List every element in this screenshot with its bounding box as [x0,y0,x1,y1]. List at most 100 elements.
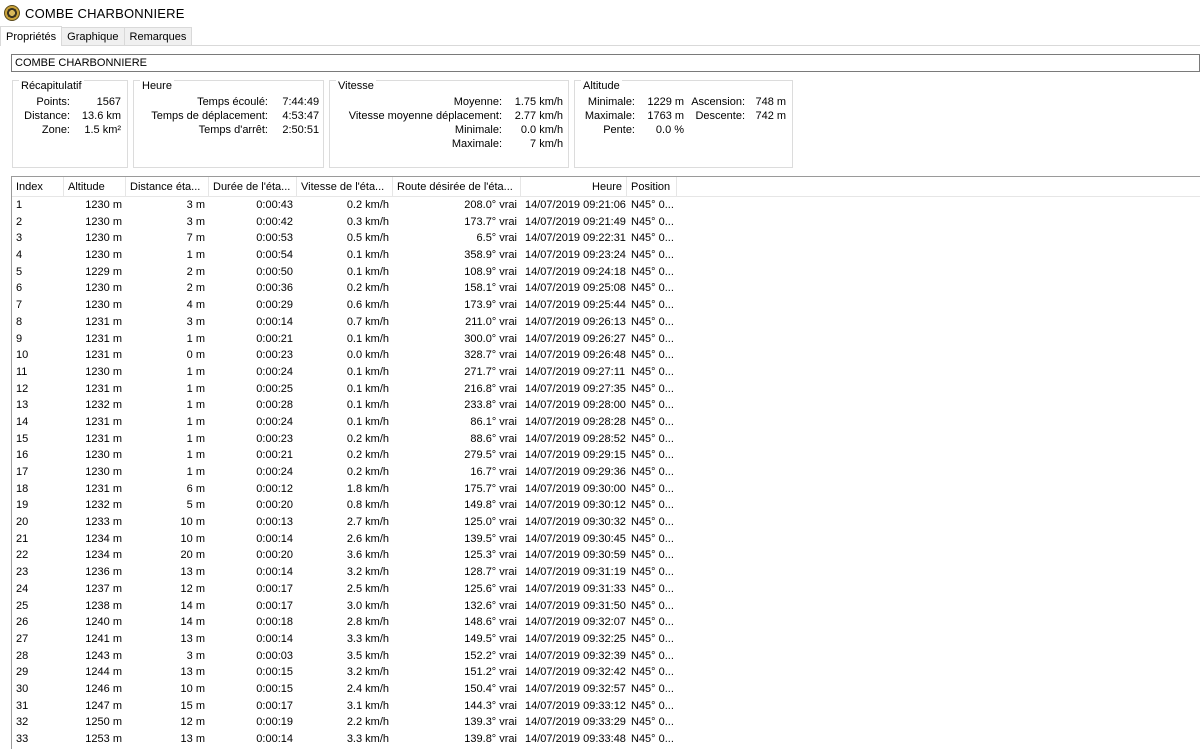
cell-duration: 0:00:24 [256,415,293,428]
moving-time-value: 4:53:47 [282,110,320,122]
cell-duration: 0:00:29 [256,299,293,312]
cell-speed: 3.3 km/h [346,632,389,645]
table-row[interactable]: 4 1230 m 1 m 0:00:54 0.1 km/h 358.9° vrai 14/0… [12,247,1200,264]
table-row[interactable]: 5 1229 m 2 m 0:00:50 0.1 km/h 108.9° vrai 14/0… [12,264,1200,281]
table-row[interactable]: 10 1231 m 0 m 0:00:23 0.0 km/h 328.7° vrai 14/… [12,347,1200,364]
table-row[interactable]: 21 1234 m 10 m 0:00:14 2.6 km/h 139.5° vrai 14… [12,531,1200,548]
table-row[interactable]: 6 1230 m 2 m 0:00:36 0.2 km/h 158.1° vrai 14/0… [12,280,1200,297]
cell-duration: 0:00:15 [256,666,293,679]
column-header-position[interactable]: Position [627,177,677,197]
descent-label: Descente: [695,110,745,122]
cell-time: 14/07/2019 09:28:52 [525,432,626,445]
cell-distance: 1 m [186,399,205,412]
table-row[interactable]: 8 1231 m 3 m 0:00:14 0.7 km/h 211.0° vrai 14/0… [12,314,1200,331]
table-row[interactable]: 2 1230 m 3 m 0:00:42 0.3 km/h 173.7° vrai 14/0… [12,214,1200,231]
slope-label: Pente: [603,124,635,136]
column-header-route[interactable]: Route désirée de l'éta... [393,177,521,197]
cell-route: 125.0° vrai [464,516,517,529]
cell-time: 14/07/2019 09:32:07 [525,616,626,629]
cell-route: 211.0° vrai [465,315,517,328]
table-row[interactable]: 20 1233 m 10 m 0:00:13 2.7 km/h 125.0° vrai 14… [12,514,1200,531]
cell-index: 30 [16,682,29,695]
cell-distance: 1 m [186,449,205,462]
column-header-index[interactable]: Index [12,177,64,197]
cell-duration: 0:00:15 [256,682,293,695]
cell-time: 14/07/2019 09:30:12 [525,499,626,512]
cell-index: 16 [16,449,29,462]
column-header-duration[interactable]: Durée de l'éta... [209,177,297,197]
table-row[interactable]: 12 1231 m 1 m 0:00:25 0.1 km/h 216.8° vrai 14/… [12,381,1200,398]
cell-duration: 0:00:17 [256,699,293,712]
table-row[interactable]: 28 1243 m 3 m 0:00:03 3.5 km/h 152.2° vrai 14/… [12,648,1200,665]
table-row[interactable]: 13 1232 m 1 m 0:00:28 0.1 km/h 233.8° vrai 14/… [12,397,1200,414]
cell-altitude: 1233 m [85,516,122,529]
min-speed-label: Minimale: [454,124,502,136]
table-row[interactable]: 25 1238 m 14 m 0:00:17 3.0 km/h 132.6° vrai 14… [12,598,1200,615]
tab-graphique[interactable]: Graphique [61,27,125,45]
cell-altitude: 1230 m [85,449,122,462]
trackpoints-table[interactable]: Index Altitude Distance éta... Durée de … [11,176,1200,749]
table-row[interactable]: 9 1231 m 1 m 0:00:21 0.1 km/h 300.0° vrai 14/0… [12,331,1200,348]
table-row[interactable]: 18 1231 m 6 m 0:00:12 1.8 km/h 175.7° vrai 14/… [12,481,1200,498]
table-row[interactable]: 30 1246 m 10 m 0:00:15 2.4 km/h 150.4° vrai 14… [12,681,1200,698]
cell-position: N45° 0... [631,249,674,262]
table-row[interactable]: 3 1230 m 7 m 0:00:53 0.5 km/h 6.5° vrai 14/07/… [12,230,1200,247]
table-row[interactable]: 29 1244 m 13 m 0:00:15 3.2 km/h 151.2° vrai 14… [12,664,1200,681]
table-row[interactable]: 19 1232 m 5 m 0:00:20 0.8 km/h 149.8° vrai 14/… [12,497,1200,514]
cell-distance: 7 m [186,232,205,245]
cell-route: 128.7° vrai [464,566,517,579]
table-row[interactable]: 24 1237 m 12 m 0:00:17 2.5 km/h 125.6° vrai 14… [12,581,1200,598]
cell-time: 14/07/2019 09:30:59 [525,549,626,562]
slope-value: 0.0 % [655,124,685,136]
cell-time: 14/07/2019 09:33:12 [525,699,626,712]
table-row[interactable]: 31 1247 m 15 m 0:00:17 3.1 km/h 144.3° vrai 14… [12,698,1200,715]
tab-proprietes[interactable]: Propriétés [0,26,63,46]
column-header-distance[interactable]: Distance éta... [126,177,209,197]
title-bar: COMBE CHARBONNIERE [0,0,1200,26]
table-row[interactable]: 27 1241 m 13 m 0:00:14 3.3 km/h 149.5° vrai 14… [12,631,1200,648]
cell-route: 175.7° vrai [464,482,517,495]
tab-remarques[interactable]: Remarques [123,27,193,45]
cell-index: 32 [16,716,29,729]
table-row[interactable]: 7 1230 m 4 m 0:00:29 0.6 km/h 173.9° vrai 14/0… [12,297,1200,314]
cell-route: 173.9° vrai [464,299,517,312]
table-row[interactable]: 17 1230 m 1 m 0:00:24 0.2 km/h 16.7° vrai 14/0… [12,464,1200,481]
cell-speed: 0.2 km/h [346,449,389,462]
table-row[interactable]: 26 1240 m 14 m 0:00:18 2.8 km/h 148.6° vrai 14… [12,614,1200,631]
cell-speed: 0.1 km/h [346,399,389,412]
table-row[interactable]: 32 1250 m 12 m 0:00:19 2.2 km/h 139.3° vrai 14… [12,714,1200,731]
column-header-altitude[interactable]: Altitude [64,177,126,197]
cell-route: 139.8° vrai [464,733,517,745]
table-row[interactable]: 1 1230 m 3 m 0:00:43 0.2 km/h 208.0° vrai 14/0… [12,197,1200,214]
table-row[interactable]: 11 1230 m 1 m 0:00:24 0.1 km/h 271.7° vrai 14/… [12,364,1200,381]
cell-distance: 12 m [180,716,205,729]
max-altitude-value: 1763 m [647,110,685,122]
table-row[interactable]: 16 1230 m 1 m 0:00:21 0.2 km/h 279.5° vrai 14/… [12,447,1200,464]
cell-speed: 3.2 km/h [346,666,389,679]
cell-index: 12 [16,382,29,395]
cell-time: 14/07/2019 09:26:13 [525,315,626,328]
table-row[interactable]: 22 1234 m 20 m 0:00:20 3.6 km/h 125.3° vrai 14… [12,547,1200,564]
cell-distance: 2 m [186,265,205,278]
table-row[interactable]: 23 1236 m 13 m 0:00:14 3.2 km/h 128.7° vrai 14… [12,564,1200,581]
column-header-speed[interactable]: Vitesse de l'éta... [297,177,393,197]
table-row[interactable]: 14 1231 m 1 m 0:00:24 0.1 km/h 86.1° vrai 14/0… [12,414,1200,431]
cell-position: N45° 0... [631,382,674,395]
cell-duration: 0:00:20 [256,499,293,512]
cell-index: 6 [16,282,23,295]
elapsed-label: Temps écoulé: [197,96,268,108]
cell-route: 300.0° vrai [464,332,517,345]
table-row[interactable]: 15 1231 m 1 m 0:00:23 0.2 km/h 88.6° vrai 14/0… [12,431,1200,448]
table-body: 1 1230 m3 m 0:00:43 0.2 km/h 208.0° vrai 14/0… [12,197,1200,748]
column-header-time[interactable]: Heure [521,177,627,197]
cell-duration: 0:00:50 [256,265,293,278]
cell-duration: 0:00:14 [256,566,293,579]
altitude-group: Altitude Minimale: 1229 m Maximale: 1763… [574,80,793,168]
cell-index: 18 [16,482,29,495]
cell-index: 2 [16,215,23,228]
table-row[interactable]: 33 1253 m 13 m 0:00:14 3.3 km/h 139.8° vrai 14… [12,731,1200,748]
cell-duration: 0:00:14 [256,315,293,328]
cell-altitude: 1231 m [85,432,122,445]
cell-time: 14/07/2019 09:30:45 [525,532,626,545]
track-name-field[interactable]: COMBE CHARBONNIERE [11,54,1200,72]
